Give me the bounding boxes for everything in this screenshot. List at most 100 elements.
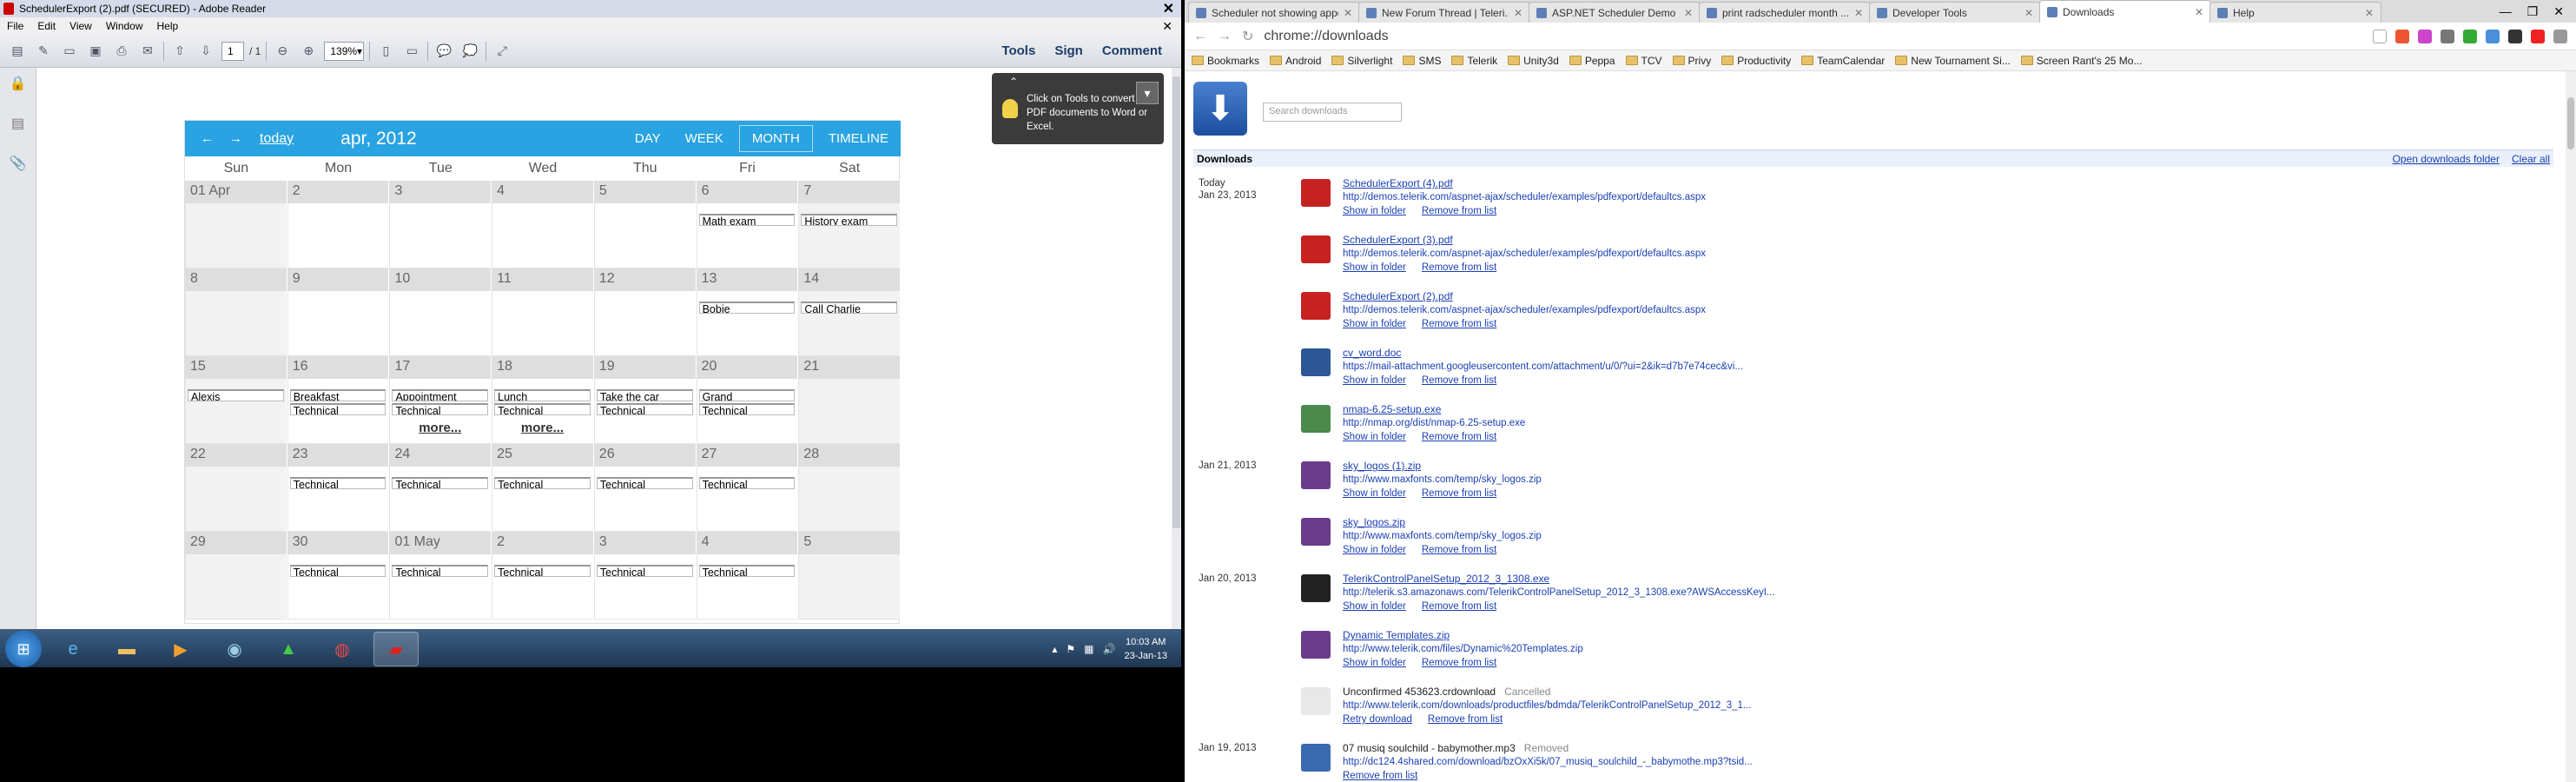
bookmark-item[interactable]: New Tournament Si... <box>1895 55 2011 67</box>
wrench-icon[interactable] <box>2553 29 2567 43</box>
day-cell[interactable]: 10 <box>389 268 492 356</box>
appointment[interactable]: Technical <box>289 477 386 489</box>
zoom-level-select[interactable]: 139% ▾ <box>324 41 365 61</box>
lock-icon[interactable]: 🔒 <box>10 75 27 92</box>
day-cell[interactable]: 11 <box>492 268 594 356</box>
bookmark-item[interactable]: Bookmarks <box>1192 55 1259 67</box>
extension-icon[interactable] <box>2463 29 2477 43</box>
address-bar[interactable]: chrome://downloads <box>1264 26 2362 47</box>
bookmark-item[interactable]: Telerik <box>1451 55 1497 67</box>
browser-tab[interactable]: Scheduler not showing appo... ✕ <box>1188 2 1360 23</box>
remove-from-list-link[interactable]: Remove from list <box>1343 771 1417 781</box>
show-in-folder-link[interactable]: Show in folder <box>1343 319 1406 329</box>
chevron-up-icon[interactable]: ⌃ <box>1009 75 1018 89</box>
appointment[interactable]: Appointment <box>392 389 489 401</box>
day-cell[interactable]: 27 Technical <box>696 444 799 532</box>
day-cell[interactable]: 6 Math exam <box>696 181 799 268</box>
menu-help[interactable]: Help <box>157 20 179 32</box>
view-month[interactable]: MONTH <box>738 125 813 152</box>
extension-icon[interactable] <box>2395 29 2409 43</box>
show-in-folder-link[interactable]: Show in folder <box>1343 545 1406 555</box>
day-cell[interactable]: 2 Technical <box>492 532 594 620</box>
star-icon[interactable] <box>2373 29 2387 43</box>
day-cell[interactable]: 9 <box>287 268 390 356</box>
day-cell[interactable]: 8 <box>185 268 287 356</box>
attachment-icon[interactable]: 📎 <box>10 155 27 172</box>
appointment[interactable]: Lunch <box>494 389 591 401</box>
bookmark-item[interactable]: Screen Rant's 25 Mo... <box>2020 55 2142 67</box>
day-cell[interactable]: 18 Lunch Technical more... <box>492 356 594 444</box>
extension-icon[interactable] <box>2418 29 2432 43</box>
prev-arrow-icon[interactable]: ← <box>201 131 214 146</box>
remove-from-list-link[interactable]: Remove from list <box>1422 432 1496 442</box>
browser-tab[interactable]: ASP.NET Scheduler Demo ... ✕ <box>1529 2 1701 23</box>
remove-from-list-link[interactable]: Remove from list <box>1422 488 1496 499</box>
tab-close-icon[interactable]: ✕ <box>1854 7 1863 19</box>
maximize-icon[interactable]: ❐ <box>2527 4 2539 19</box>
browser-tab[interactable]: New Forum Thread | Teleri... ✕ <box>1358 2 1530 23</box>
day-cell[interactable]: 4 <box>492 181 594 268</box>
file-name-link[interactable]: TelerikControlPanelSetup_2012_3_1308.exe <box>1343 573 1549 585</box>
window-close-icon[interactable]: ✕ <box>2553 4 2564 19</box>
day-cell[interactable]: 5 <box>593 181 697 268</box>
edit-pdf-icon[interactable]: ✎ <box>33 41 54 62</box>
browser-tab[interactable]: Help ✕ <box>2209 2 2381 23</box>
file-name-link[interactable]: SchedulerExport (2).pdf <box>1343 290 1453 302</box>
file-name-link[interactable]: SchedulerExport (4).pdf <box>1343 177 1453 189</box>
search-downloads-input[interactable]: Search downloads <box>1263 103 1402 122</box>
extension-icon[interactable] <box>2531 29 2545 43</box>
adobe-reader-icon[interactable]: ▰ <box>373 632 419 666</box>
day-cell[interactable]: 2 <box>287 181 390 268</box>
appointment[interactable]: Bobie <box>698 302 796 314</box>
email-icon[interactable]: ✉ <box>137 41 158 62</box>
source-url-link[interactable]: http://www.telerik.com/downloads/product… <box>1343 700 1752 711</box>
day-cell[interactable]: 3 Technical <box>593 532 697 620</box>
appointment[interactable]: Technical <box>392 403 489 415</box>
source-url-link[interactable]: http://www.maxfonts.com/temp/sky_logos.z… <box>1343 531 1542 541</box>
file-name-link[interactable]: sky_logos (1).zip <box>1343 460 1421 472</box>
day-cell[interactable]: 25 Technical <box>492 444 594 532</box>
day-cell[interactable]: 16 Breakfast Technical <box>287 356 390 444</box>
save-icon[interactable]: ▣ <box>85 41 106 62</box>
appointment[interactable]: Math exam <box>698 214 796 226</box>
source-url-link[interactable]: http://dc124.4shared.com/download/bzOxXi… <box>1343 757 1753 767</box>
more-link[interactable]: more... <box>389 421 491 435</box>
source-url-link[interactable]: http://demos.telerik.com/aspnet-ajax/sch… <box>1343 192 1706 202</box>
day-cell[interactable]: 7 History exam <box>798 181 902 268</box>
menu-view[interactable]: View <box>69 20 92 32</box>
bookmark-item[interactable]: TCV <box>1625 55 1662 67</box>
bookmark-item[interactable]: TeamCalendar <box>1801 55 1885 67</box>
volume-icon[interactable]: 🔊 <box>1103 643 1116 655</box>
appointment[interactable]: Technical <box>698 565 796 577</box>
appointment[interactable]: Technical <box>494 403 591 415</box>
next-arrow-icon[interactable]: → <box>229 131 242 146</box>
show-in-folder-link[interactable]: Retry download <box>1343 714 1412 725</box>
reload-icon[interactable]: ↻ <box>1242 28 1253 45</box>
open-downloads-folder-link[interactable]: Open downloads folder <box>2393 153 2500 165</box>
appointment[interactable]: Alexis <box>188 389 284 401</box>
sign-button[interactable]: Sign <box>1054 43 1083 58</box>
day-cell[interactable]: 30 Technical <box>287 532 390 620</box>
tools-button[interactable]: Tools <box>1001 43 1035 58</box>
view-week[interactable]: WEEK <box>673 121 736 156</box>
create-pdf-icon[interactable]: ▤ <box>7 41 28 62</box>
tab-close-icon[interactable]: ✕ <box>1514 7 1522 19</box>
browser-tab[interactable]: Developer Tools ✕ <box>1869 2 2041 23</box>
remove-from-list-link[interactable]: Remove from list <box>1422 375 1496 386</box>
day-cell[interactable]: 28 <box>798 444 902 532</box>
minimize-icon[interactable]: — <box>2500 4 2512 19</box>
browser-tab[interactable]: Downloads ✕ <box>2039 0 2211 23</box>
file-name-link[interactable]: nmap-6.25-setup.exe <box>1343 403 1441 415</box>
show-in-folder-link[interactable]: Show in folder <box>1343 488 1406 499</box>
bookmark-item[interactable]: Peppa <box>1569 55 1615 67</box>
file-name-link[interactable]: Dynamic Templates.zip <box>1343 629 1450 641</box>
comment-icon[interactable]: 💬 <box>433 41 454 62</box>
appointment[interactable]: Technical <box>596 477 693 489</box>
remove-from-list-link[interactable]: Remove from list <box>1422 658 1496 668</box>
file-name-link[interactable]: SchedulerExport (3).pdf <box>1343 234 1453 246</box>
page-scrollbar[interactable] <box>2566 71 2576 782</box>
show-in-folder-link[interactable]: Show in folder <box>1343 601 1406 612</box>
forward-icon[interactable]: → <box>1218 29 1232 44</box>
menu-edit[interactable]: Edit <box>37 20 56 32</box>
day-cell[interactable]: 19 Take the car Technical <box>593 356 697 444</box>
